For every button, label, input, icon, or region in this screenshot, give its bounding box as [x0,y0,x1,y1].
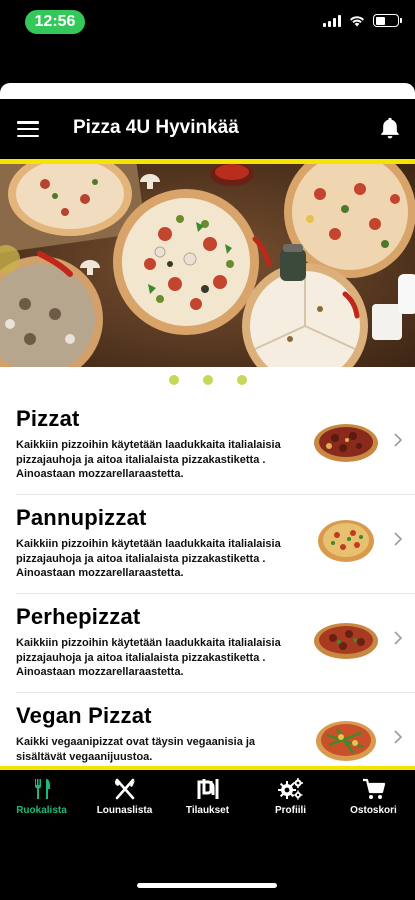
tab-ostoskori[interactable]: Ostoskori [332,770,415,830]
menu-content: Pizzat Kaikkiin pizzoihin käytetään laad… [0,367,415,770]
category-title: Pannupizzat [16,505,147,530]
category-pizzat[interactable]: Pizzat Kaikkiin pizzoihin käytetään laad… [0,396,415,495]
pizza-thumbnail [316,721,376,761]
category-title: Vegan Pizzat [16,703,152,728]
bell-icon[interactable] [377,115,403,141]
category-description: Kaikkiin pizzoihin käytetään laadukkaita… [16,439,281,480]
chevron-right-icon [394,433,403,447]
category-pannupizzat[interactable]: Pannupizzat Kaikkiin pizzoihin käytetään… [0,495,415,594]
chevron-right-icon [394,730,403,744]
tab-profiili[interactable]: Profiili [249,770,332,830]
tab-tilaukset[interactable]: Tilaukset [166,770,249,830]
status-icons [323,14,402,27]
tab-label: Lounaslista [96,805,153,816]
category-description: Kaikkiin pizzoihin käytetään laadukkaita… [16,637,281,678]
category-description: Kaikkiin pizzoihin käytetään laadukkaita… [16,538,281,579]
tab-label: Tilaukset [185,805,230,816]
battery-icon [373,14,402,27]
carousel-dot-3[interactable] [236,375,247,385]
tab-ruokalista[interactable]: Ruokalista [0,770,83,830]
carousel-pagination [0,375,415,385]
tab-label: Ruokalista [16,805,67,816]
fork-knife-icon [34,779,50,799]
pizza-thumbnail [314,424,378,462]
status-time: 12:56 [25,10,85,34]
tab-lounaslista[interactable]: Lounaslista [83,770,166,830]
home-indicator[interactable] [137,883,277,888]
page-title: Pizza 4U Hyvinkää [73,117,239,138]
pizza-thumbnail [318,520,374,562]
chevron-right-icon [394,532,403,546]
category-title: Pizzat [16,406,80,431]
pizza-thumbnail [314,623,378,659]
tab-label: Profiili [274,805,307,816]
chevron-right-icon [394,631,403,645]
cart-icon [362,778,385,799]
orders-icon [197,779,218,799]
app-header: Pizza 4U Hyvinkää [0,99,415,159]
tab-bar: Ruokalista Lounaslista Tilaukset Profiil… [0,770,415,830]
category-title: Perhepizzat [16,604,141,629]
sheet-top-strip [0,83,415,99]
carousel-dot-2[interactable] [202,375,213,385]
cellular-signal-icon [323,14,341,27]
carousel-dot-1[interactable] [168,375,179,385]
hamburger-menu-icon[interactable] [17,121,39,137]
category-description: Kaikki vegaanipizzat ovat täysin vegaani… [16,736,256,763]
gears-icon [277,778,303,800]
tab-label: Ostoskori [350,805,397,816]
cutlery-cross-icon [114,778,135,800]
pizza-banner-illustration [0,164,415,367]
category-vegan-pizzat[interactable]: Vegan Pizzat Kaikki vegaanipizzat ovat t… [0,693,415,770]
category-perhepizzat[interactable]: Perhepizzat Kaikkiin pizzoihin käytetään… [0,594,415,693]
banner-image[interactable] [0,164,415,367]
wifi-icon [350,15,364,26]
status-bar: 12:56 [0,0,415,44]
